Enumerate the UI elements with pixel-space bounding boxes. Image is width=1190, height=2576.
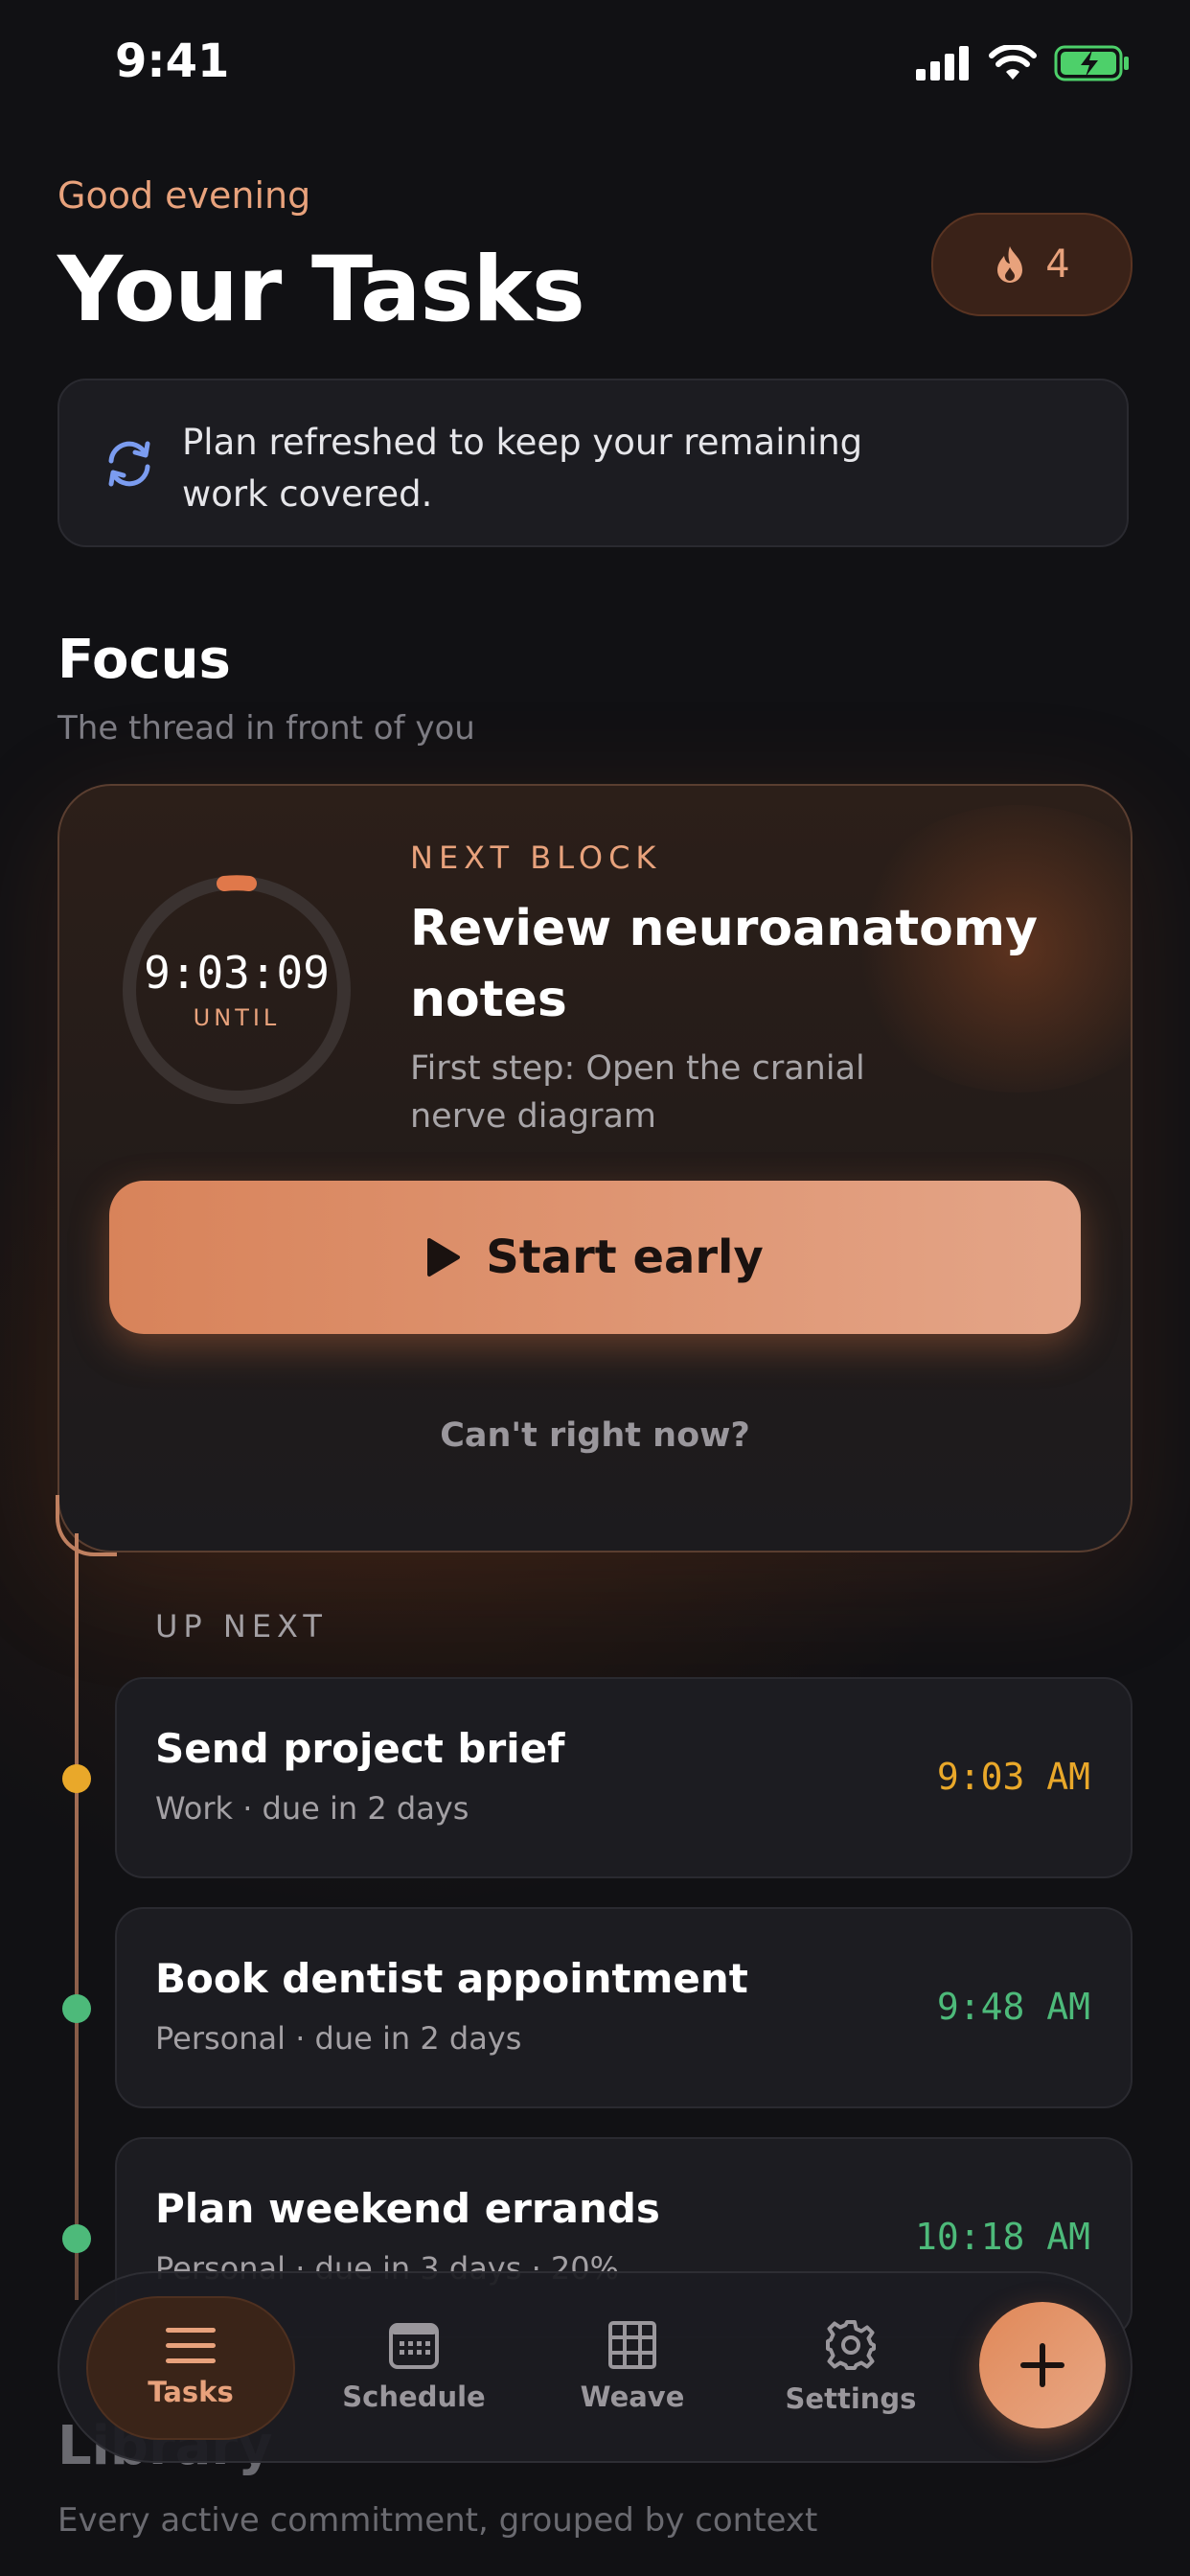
status-time: 9:41 xyxy=(115,34,230,88)
task-row-send-project-brief[interactable]: Send project brief Work · due in 2 days … xyxy=(115,1677,1133,1878)
wifi-icon xyxy=(989,45,1037,80)
streak-badge[interactable]: 4 xyxy=(931,213,1133,316)
play-icon xyxy=(427,1238,461,1276)
focus-card: 9:03:09 UNTIL NEXT BLOCK Review neuroana… xyxy=(57,784,1133,1552)
task-title: Book dentist appointment xyxy=(155,1955,748,2002)
focus-heading: Focus xyxy=(57,629,231,691)
task-time: 9:03 AM xyxy=(936,1756,1090,1798)
menu-icon xyxy=(166,2328,216,2363)
focus-task-title: Review neuroanatomy notes xyxy=(410,900,1038,1028)
focus-subtitle: The thread in front of you xyxy=(57,709,475,748)
next-block-label: NEXT BLOCK xyxy=(410,840,662,876)
up-next-heading: UP NEXT xyxy=(155,1608,328,1644)
nav-label: Schedule xyxy=(342,2380,486,2413)
screen: 9:41 Good evening Your Tasks 4 Plan refr… xyxy=(0,0,1190,2576)
calendar-icon xyxy=(389,2323,439,2369)
cant-right-now-link[interactable]: Can't right now? xyxy=(59,1416,1131,1455)
timeline-dot xyxy=(62,2224,91,2253)
add-task-button[interactable] xyxy=(979,2302,1106,2428)
start-early-button[interactable]: Start early xyxy=(109,1181,1081,1334)
first-step-text: First step: Open the cranial nerve diagr… xyxy=(410,1049,865,1136)
plan-refreshed-notice: Plan refreshed to keep your remaining wo… xyxy=(57,379,1129,547)
plus-icon xyxy=(1020,2343,1064,2387)
start-early-label: Start early xyxy=(486,1230,764,1284)
countdown-time: 9:03:09 xyxy=(144,947,330,999)
timeline-curve xyxy=(56,1495,117,1556)
nav-tab-weave[interactable]: Weave xyxy=(565,2273,699,2461)
signal-icon xyxy=(916,46,969,80)
gear-icon xyxy=(826,2320,876,2370)
page-title: Your Tasks xyxy=(57,238,585,342)
greeting: Good evening xyxy=(57,174,311,217)
grid-icon xyxy=(608,2321,656,2369)
nav-label: Weave xyxy=(580,2380,685,2413)
timeline-dot xyxy=(62,1764,91,1793)
task-meta: Work · due in 2 days xyxy=(155,1790,469,1827)
nav-tab-settings[interactable]: Settings xyxy=(784,2273,918,2461)
task-title: Plan weekend errands xyxy=(155,2185,660,2232)
task-meta: Personal · due in 2 days xyxy=(155,2020,522,2057)
nav-tab-schedule[interactable]: Schedule xyxy=(342,2273,486,2461)
nav-label: Settings xyxy=(785,2382,917,2415)
timeline-dot xyxy=(62,1994,91,2023)
nav-label: Tasks xyxy=(148,2376,234,2408)
nav-tab-tasks[interactable]: Tasks xyxy=(86,2296,295,2440)
countdown-label: UNTIL xyxy=(193,1004,281,1031)
timeline-line xyxy=(75,1533,79,2300)
flame-icon xyxy=(997,246,1023,283)
task-time: 9:48 AM xyxy=(936,1986,1090,2028)
library-subtitle: Every active commitment, grouped by cont… xyxy=(57,2501,818,2540)
battery-charging-icon xyxy=(1054,45,1129,81)
streak-count: 4 xyxy=(1045,242,1070,287)
task-time: 10:18 AM xyxy=(914,2216,1090,2258)
task-title: Send project brief xyxy=(155,1725,565,1772)
task-row-book-dentist[interactable]: Book dentist appointment Personal · due … xyxy=(115,1907,1133,2108)
status-icons xyxy=(916,44,1131,82)
bottom-nav: Tasks Schedule Weave Settings xyxy=(57,2271,1133,2463)
notice-text: Plan refreshed to keep your remaining wo… xyxy=(182,422,863,515)
refresh-icon xyxy=(108,441,150,487)
